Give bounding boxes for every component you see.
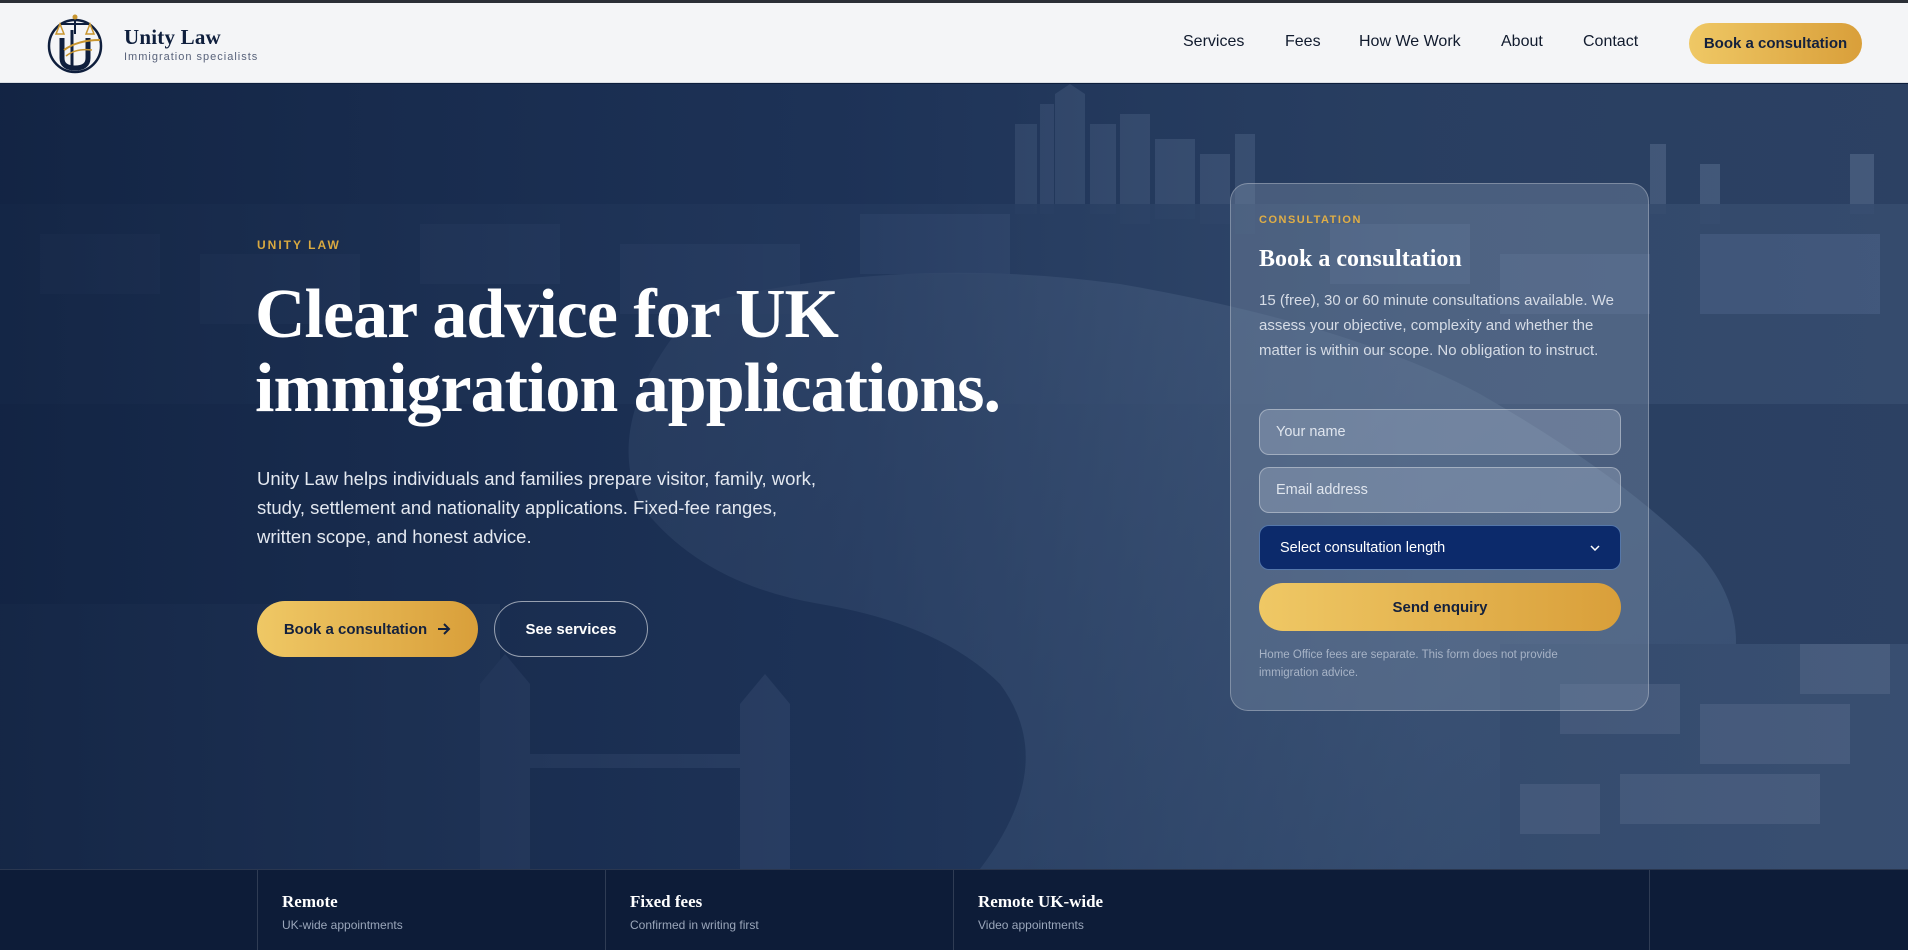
feature-title: Fixed fees [630, 892, 703, 911]
email-input[interactable] [1259, 467, 1621, 513]
send-enquiry-button[interactable]: Send enquiry [1259, 583, 1621, 631]
nav-fees-link[interactable]: Fees [1285, 33, 1321, 51]
hero-eyebrow: UNITY LAW [257, 238, 341, 252]
feature-subtitle: Video appointments [978, 918, 1084, 932]
brand-tagline: Immigration specialists [124, 51, 259, 63]
brand-name[interactable]: Unity Law [124, 25, 221, 50]
card-disclaimer: Home Office fees are separate. This form… [1259, 649, 1558, 679]
hero-book-consultation-label: Book a consultation [283, 620, 428, 638]
arrow-right-icon [438, 623, 451, 635]
feature-subtitle: Confirmed in writing first [630, 918, 759, 932]
hero-description: Unity Law helps individuals and families… [257, 468, 817, 547]
feature-subtitle: UK-wide appointments [282, 918, 403, 932]
site-header: Unity Law Immigration specialists Servic… [0, 3, 1908, 83]
feature-item: Fixed fees Confirmed in writing first [605, 870, 953, 950]
feature-item: Remote UK-wide Video appointments [953, 870, 1649, 950]
header-book-consultation-button[interactable]: Book a consultation [1689, 23, 1862, 64]
card-title: Book a consultation [1259, 246, 1462, 272]
card-description: 15 (free), 30 or 60 minute consultations… [1259, 292, 1614, 359]
nav-services-link[interactable]: Services [1183, 33, 1244, 51]
feature-title: Remote [282, 892, 338, 911]
nav-how-we-work-link[interactable]: How We Work [1359, 33, 1461, 51]
card-eyebrow: CONSULTATION [1259, 214, 1362, 226]
consultation-length-select[interactable]: Select consultation length [1259, 525, 1621, 570]
feature-item: Remote UK-wide appointments [257, 870, 605, 950]
nav-about-link[interactable]: About [1501, 33, 1543, 51]
feature-strip: Remote UK-wide appointments Fixed fees C… [0, 869, 1908, 950]
chevron-down-icon [1590, 544, 1600, 551]
feature-divider [1649, 870, 1650, 950]
hero-book-consultation-button[interactable]: Book a consultation [257, 601, 478, 657]
feature-title: Remote UK-wide [978, 892, 1104, 911]
consultation-card: CONSULTATION Book a consultation 15 (fre… [1230, 183, 1649, 711]
name-input[interactable] [1259, 409, 1621, 455]
scales-of-justice-logo-icon[interactable] [42, 10, 108, 76]
hero-section: UNITY LAW Clear advice for UK immigratio… [0, 84, 1908, 869]
see-services-button[interactable]: See services [494, 601, 648, 657]
select-value: Select consultation length [1280, 539, 1446, 556]
nav-contact-link[interactable]: Contact [1583, 33, 1638, 51]
hero-heading: Clear advice for UK immigration applicat… [255, 276, 1001, 427]
